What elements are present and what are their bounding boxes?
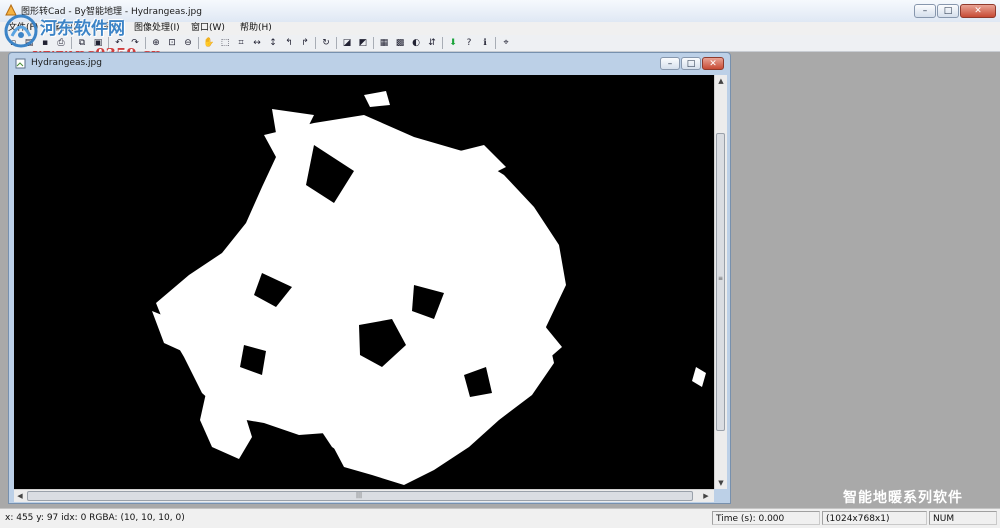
document-window: Hydrangeas.jpg – □ ✕ ▲ ≡ ▼ ◀ ||| ▶: [8, 52, 731, 504]
thumb-grip-icon: ≡: [718, 275, 724, 282]
status-image-size: (1024x768x1): [822, 511, 927, 525]
scroll-left-arrow-icon[interactable]: ◀: [14, 490, 26, 502]
doc-minimize-icon: –: [667, 59, 673, 69]
minimize-icon: –: [922, 6, 928, 16]
thresholded-image: [14, 75, 714, 489]
doc-maximize-icon: □: [686, 59, 696, 69]
close-button[interactable]: ✕: [960, 4, 996, 18]
flip-horizontal-icon[interactable]: ↔: [250, 36, 264, 50]
menu-image[interactable]: 图像处理(I): [134, 22, 180, 35]
threshold-icon[interactable]: ▩: [393, 36, 407, 50]
invert-icon[interactable]: ◩: [356, 36, 370, 50]
status-time: Time (s): 0.000: [712, 511, 820, 525]
flip-vertical-icon[interactable]: ↕: [266, 36, 280, 50]
maximize-button[interactable]: □: [937, 4, 959, 18]
convert-icon[interactable]: ⇵: [425, 36, 439, 50]
info-icon[interactable]: ℹ: [478, 36, 492, 50]
toolbar-separator: [442, 37, 443, 49]
watermark-site-name: 河东软件网: [40, 19, 125, 39]
window-controls: – □ ✕: [914, 4, 996, 18]
zoom-out-icon[interactable]: ⊖: [181, 36, 195, 50]
vertical-scrollbar[interactable]: ▲ ≡ ▼: [714, 75, 727, 489]
zoom-fit-icon[interactable]: ⊡: [165, 36, 179, 50]
maximize-icon: □: [943, 6, 953, 16]
rotate-left-icon[interactable]: ↰: [282, 36, 296, 50]
minimize-button[interactable]: –: [914, 4, 936, 18]
doc-minimize-button[interactable]: –: [660, 57, 680, 70]
scroll-down-arrow-icon[interactable]: ▼: [715, 477, 727, 489]
toolbar-separator: [336, 37, 337, 49]
status-pixel-info: x: 455 y: 97 idx: 0 RGBA: (10, 10, 10, 0…: [5, 513, 185, 523]
status-bar: x: 455 y: 97 idx: 0 RGBA: (10, 10, 10, 0…: [0, 508, 1000, 528]
close-icon: ✕: [974, 6, 982, 16]
toolbar-separator: [315, 37, 316, 49]
status-num-lock: NUM: [929, 511, 997, 525]
horizontal-scroll-thumb[interactable]: |||: [27, 491, 693, 501]
download-icon[interactable]: ⬇: [446, 36, 460, 50]
toolbar-separator: [198, 37, 199, 49]
menu-help[interactable]: 帮助(H): [240, 22, 272, 35]
select-rect-icon[interactable]: ⬚: [218, 36, 232, 50]
menu-window[interactable]: 窗口(W): [191, 22, 225, 35]
document-icon: [15, 58, 26, 69]
toolbar-separator: [373, 37, 374, 49]
rotate-right-icon[interactable]: ↱: [298, 36, 312, 50]
pan-hand-icon[interactable]: ✋: [202, 36, 216, 50]
doc-close-button[interactable]: ✕: [702, 57, 724, 70]
product-watermark: 智能地暖系列软件: [843, 490, 963, 506]
scroll-right-arrow-icon[interactable]: ▶: [700, 490, 712, 502]
doc-maximize-button[interactable]: □: [681, 57, 701, 70]
h-thumb-grip-icon: |||: [356, 492, 363, 499]
document-window-controls: – □ ✕: [660, 57, 724, 70]
menu-bar: 文件(F) 编辑(E) 视图(V) 图像处理(I) 窗口(W) 帮助(H): [0, 22, 1000, 35]
scroll-up-arrow-icon[interactable]: ▲: [715, 75, 727, 87]
horizontal-scrollbar[interactable]: ◀ ||| ▶: [14, 489, 714, 502]
doc-close-icon: ✕: [709, 59, 717, 69]
image-canvas[interactable]: [14, 75, 714, 489]
level-icon[interactable]: ◐: [409, 36, 423, 50]
contrast-icon[interactable]: ◪: [340, 36, 354, 50]
rotate-icon[interactable]: ↻: [319, 36, 333, 50]
tag-icon[interactable]: ⌖: [499, 36, 513, 50]
dither-icon[interactable]: ▦: [377, 36, 391, 50]
site-logo-icon: [4, 14, 38, 48]
crop-icon[interactable]: ⌗: [234, 36, 248, 50]
document-title: Hydrangeas.jpg: [31, 58, 102, 68]
help-icon[interactable]: ?: [462, 36, 476, 50]
title-bar: 图形转Cad - By智能地理 - Hydrangeas.jpg – □ ✕: [0, 0, 1000, 23]
toolbar-separator: [495, 37, 496, 49]
vertical-scroll-thumb[interactable]: ≡: [716, 133, 725, 431]
document-title-bar: Hydrangeas.jpg – □ ✕: [11, 56, 726, 72]
